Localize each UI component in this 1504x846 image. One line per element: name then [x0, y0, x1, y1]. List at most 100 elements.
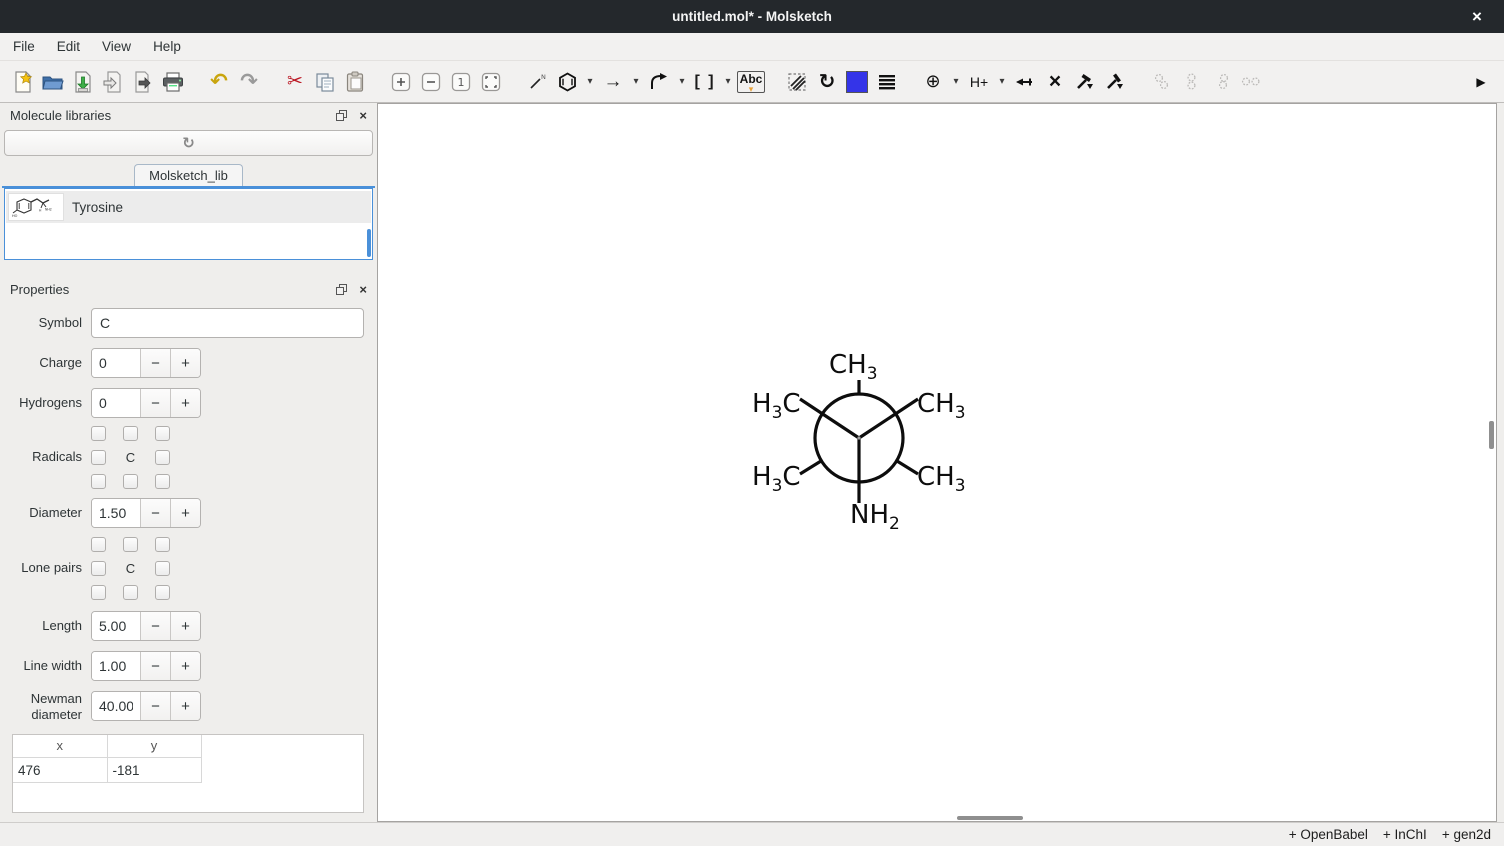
coord-cell-x[interactable]: 476 — [13, 758, 107, 783]
lone-pair-checkbox[interactable] — [91, 537, 106, 552]
bracket-tool-button[interactable]: [ ] — [690, 67, 720, 97]
newman-diameter-decrement-button[interactable]: − — [140, 692, 170, 720]
bracket-tool-dropdown[interactable]: ▾ — [720, 67, 736, 97]
line-width-input[interactable] — [92, 652, 140, 680]
window-close-button[interactable]: × — [1464, 0, 1490, 33]
lone-pair-checkbox[interactable] — [91, 585, 106, 600]
library-refresh-button[interactable]: ↻ — [4, 130, 373, 156]
open-button[interactable] — [38, 67, 68, 97]
menu-view[interactable]: View — [91, 35, 142, 58]
zoom-in-button[interactable] — [386, 67, 416, 97]
library-list[interactable]: HO H NH2 Tyrosine — [4, 188, 373, 260]
save-button[interactable] — [68, 67, 98, 97]
lone-pair-checkbox[interactable] — [123, 537, 138, 552]
radical-checkbox[interactable] — [155, 426, 170, 441]
tab-molsketch-lib[interactable]: Molsketch_lib — [134, 164, 243, 186]
charge-decrement-button[interactable]: − — [140, 349, 170, 377]
diameter-input[interactable] — [92, 499, 140, 527]
menu-file[interactable]: File — [2, 35, 46, 58]
symbol-input[interactable] — [91, 308, 364, 338]
charge-tool-dropdown[interactable]: ▾ — [948, 67, 964, 97]
length-decrement-button[interactable]: − — [140, 612, 170, 640]
hydrogens-decrement-button[interactable]: − — [140, 389, 170, 417]
coord-header-y: y — [107, 735, 201, 758]
hydrogens-increment-button[interactable]: + — [170, 389, 200, 417]
redo-button[interactable]: ↷ — [234, 67, 264, 97]
lone-pair-checkbox[interactable] — [123, 585, 138, 600]
radical-checkbox[interactable] — [155, 474, 170, 489]
canvas-horizontal-scrollbar[interactable] — [957, 816, 1023, 820]
text-tool-button[interactable]: Abc ▾ — [736, 67, 766, 97]
line-width-decrement-button[interactable]: − — [140, 652, 170, 680]
radical-checkbox[interactable] — [123, 474, 138, 489]
newman-diameter-input[interactable] — [92, 692, 140, 720]
panel-close-icon[interactable]: × — [359, 108, 367, 123]
radical-checkbox[interactable] — [91, 426, 106, 441]
reaction-arrow-button[interactable]: → — [598, 67, 628, 97]
table-row: 476 -181 — [13, 758, 201, 783]
length-increment-button[interactable]: + — [170, 612, 200, 640]
mechanism-tool-2-button[interactable] — [1100, 67, 1130, 97]
zoom-original-button[interactable]: 1 — [446, 67, 476, 97]
ring-tool-button[interactable] — [552, 67, 582, 97]
newman-diameter-increment-button[interactable]: + — [170, 692, 200, 720]
print-button[interactable] — [158, 67, 188, 97]
import-button[interactable] — [98, 67, 128, 97]
lone-pair-checkbox[interactable] — [155, 585, 170, 600]
charge-increment-button[interactable]: + — [170, 349, 200, 377]
hatch-fill-button[interactable] — [782, 67, 812, 97]
line-width-increment-button[interactable]: + — [170, 652, 200, 680]
rotate-icon: ↻ — [819, 69, 836, 94]
coord-cell-y[interactable]: -181 — [107, 758, 201, 783]
curved-arrow-button[interactable] — [644, 67, 674, 97]
export-button[interactable] — [128, 67, 158, 97]
panel-close-icon[interactable]: × — [359, 282, 367, 297]
lone-pair-checkbox[interactable] — [155, 561, 170, 576]
charge-tool-button[interactable]: ⊕ — [918, 67, 948, 97]
length-input[interactable] — [92, 612, 140, 640]
paste-button[interactable] — [340, 67, 370, 97]
substituent-top: CH3 — [829, 352, 878, 383]
color-swatch — [846, 71, 868, 93]
draw-bond-button[interactable]: N — [522, 67, 552, 97]
property-row-newman-diameter: Newman diameter − + — [4, 691, 367, 724]
panel-float-icon[interactable] — [336, 284, 347, 295]
hydrogen-tool-button[interactable]: H+ — [964, 67, 994, 97]
hydrogens-input[interactable] — [92, 389, 140, 417]
list-item-tyrosine[interactable]: HO H NH2 Tyrosine — [6, 191, 371, 223]
panel-float-icon[interactable] — [336, 110, 347, 121]
hydrogen-tool-dropdown[interactable]: ▾ — [994, 67, 1010, 97]
delete-button[interactable]: × — [1040, 67, 1070, 97]
copy-button[interactable] — [310, 67, 340, 97]
library-scrollbar[interactable] — [367, 229, 371, 257]
radical-checkbox[interactable] — [123, 426, 138, 441]
reaction-arrow-dropdown[interactable]: ▾ — [628, 67, 644, 97]
cut-button[interactable]: ✂ — [280, 67, 310, 97]
curved-arrow-dropdown[interactable]: ▾ — [674, 67, 690, 97]
undo-button[interactable]: ↶ — [204, 67, 234, 97]
menu-help[interactable]: Help — [142, 35, 192, 58]
radical-checkbox[interactable] — [155, 450, 170, 465]
newman-projection-molecule[interactable]: CH3 H3C CH3 H3C CH3 NH2 — [734, 331, 994, 561]
zoom-fit-button[interactable] — [476, 67, 506, 97]
line-width-button[interactable] — [872, 67, 902, 97]
canvas-vertical-scrollbar[interactable] — [1489, 421, 1494, 449]
rotate-button[interactable]: ↻ — [812, 67, 842, 97]
diameter-increment-button[interactable]: + — [170, 499, 200, 527]
draw-color-button[interactable] — [842, 67, 872, 97]
diameter-decrement-button[interactable]: − — [140, 499, 170, 527]
zoom-out-button[interactable] — [416, 67, 446, 97]
new-button[interactable] — [8, 67, 38, 97]
mechanism-tool-button[interactable] — [1070, 67, 1100, 97]
conformer-tool-2-button — [1176, 67, 1206, 97]
remove-hydrogen-button[interactable] — [1010, 67, 1040, 97]
lone-pair-checkbox[interactable] — [91, 561, 106, 576]
charge-input[interactable] — [92, 349, 140, 377]
ring-tool-dropdown[interactable]: ▾ — [582, 67, 598, 97]
menu-edit[interactable]: Edit — [46, 35, 91, 58]
lone-pair-checkbox[interactable] — [155, 537, 170, 552]
toolbar-expander[interactable]: ▶ — [1466, 67, 1496, 97]
drawing-canvas[interactable]: CH3 H3C CH3 H3C CH3 NH2 — [377, 103, 1497, 822]
radical-checkbox[interactable] — [91, 450, 106, 465]
radical-checkbox[interactable] — [91, 474, 106, 489]
